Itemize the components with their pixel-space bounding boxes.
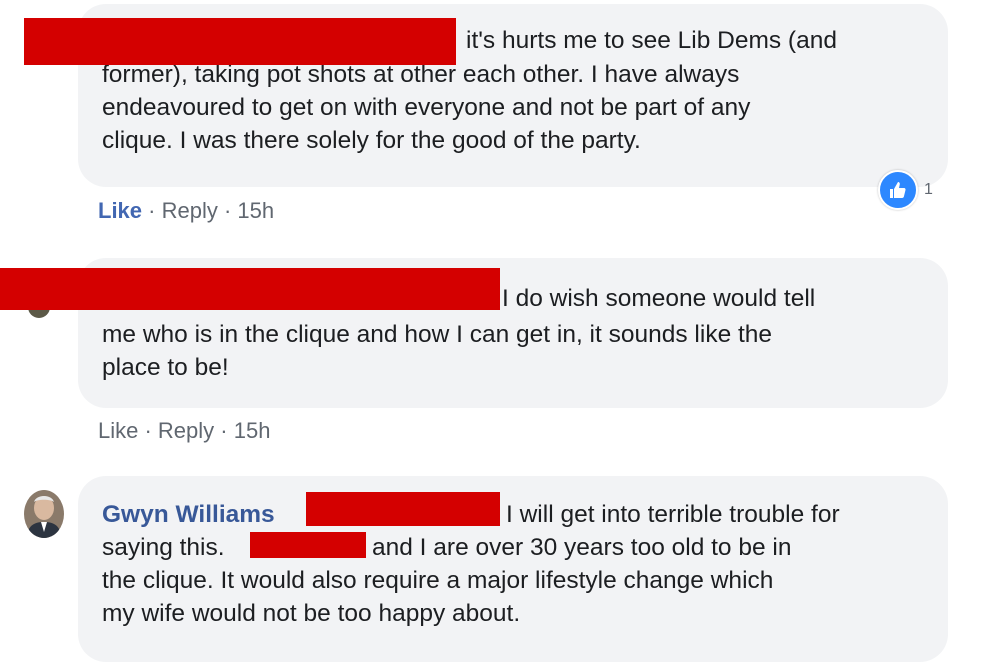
comment-bubble-3: Gwyn Williams I will get into terrible t… bbox=[78, 476, 948, 662]
comment-2-text: me who is in the clique and how I can ge… bbox=[102, 321, 773, 381]
thumbs-up-icon bbox=[878, 170, 918, 210]
separator: · bbox=[142, 198, 162, 223]
comment-2-actions: Like · Reply · 15h bbox=[98, 418, 270, 444]
timestamp[interactable]: 15h bbox=[234, 418, 271, 443]
reaction-count: 1 bbox=[924, 181, 933, 198]
redaction-bar bbox=[24, 18, 456, 65]
like-button[interactable]: Like bbox=[98, 418, 138, 443]
comment-3-line2-before: saying this. bbox=[102, 534, 225, 561]
comment-1-line1: it's hurts me to see Lib Dems (and bbox=[466, 27, 837, 54]
comment-1-actions: Like · Reply · 15h bbox=[98, 198, 274, 224]
reaction-summary[interactable]: 1 bbox=[878, 170, 933, 210]
separator: · bbox=[217, 198, 238, 223]
separator: · bbox=[138, 418, 158, 443]
avatar-photo bbox=[24, 490, 64, 538]
comment-2-line1: I do wish someone would tell bbox=[502, 285, 816, 312]
comment-3-line2-after: and I are over 30 years too old to be in bbox=[372, 534, 792, 561]
comment-1-text: former), taking pot shots at other each … bbox=[102, 61, 751, 154]
reply-button[interactable]: Reply bbox=[158, 418, 214, 443]
redaction-bar bbox=[0, 268, 500, 310]
reply-button[interactable]: Reply bbox=[162, 198, 218, 223]
timestamp[interactable]: 15h bbox=[237, 198, 274, 223]
redaction-bar bbox=[250, 532, 366, 558]
avatar[interactable] bbox=[24, 490, 64, 538]
comment-3-text: the clique. It would also require a majo… bbox=[102, 567, 774, 627]
comment-3-line1-after: I will get into terrible trouble for bbox=[506, 501, 840, 528]
comment-3-line1: Gwyn Williams bbox=[102, 498, 275, 531]
redaction-bar bbox=[306, 492, 500, 526]
separator: · bbox=[214, 418, 234, 443]
comment-author[interactable]: Gwyn Williams bbox=[102, 501, 275, 528]
like-button[interactable]: Like bbox=[98, 198, 142, 223]
